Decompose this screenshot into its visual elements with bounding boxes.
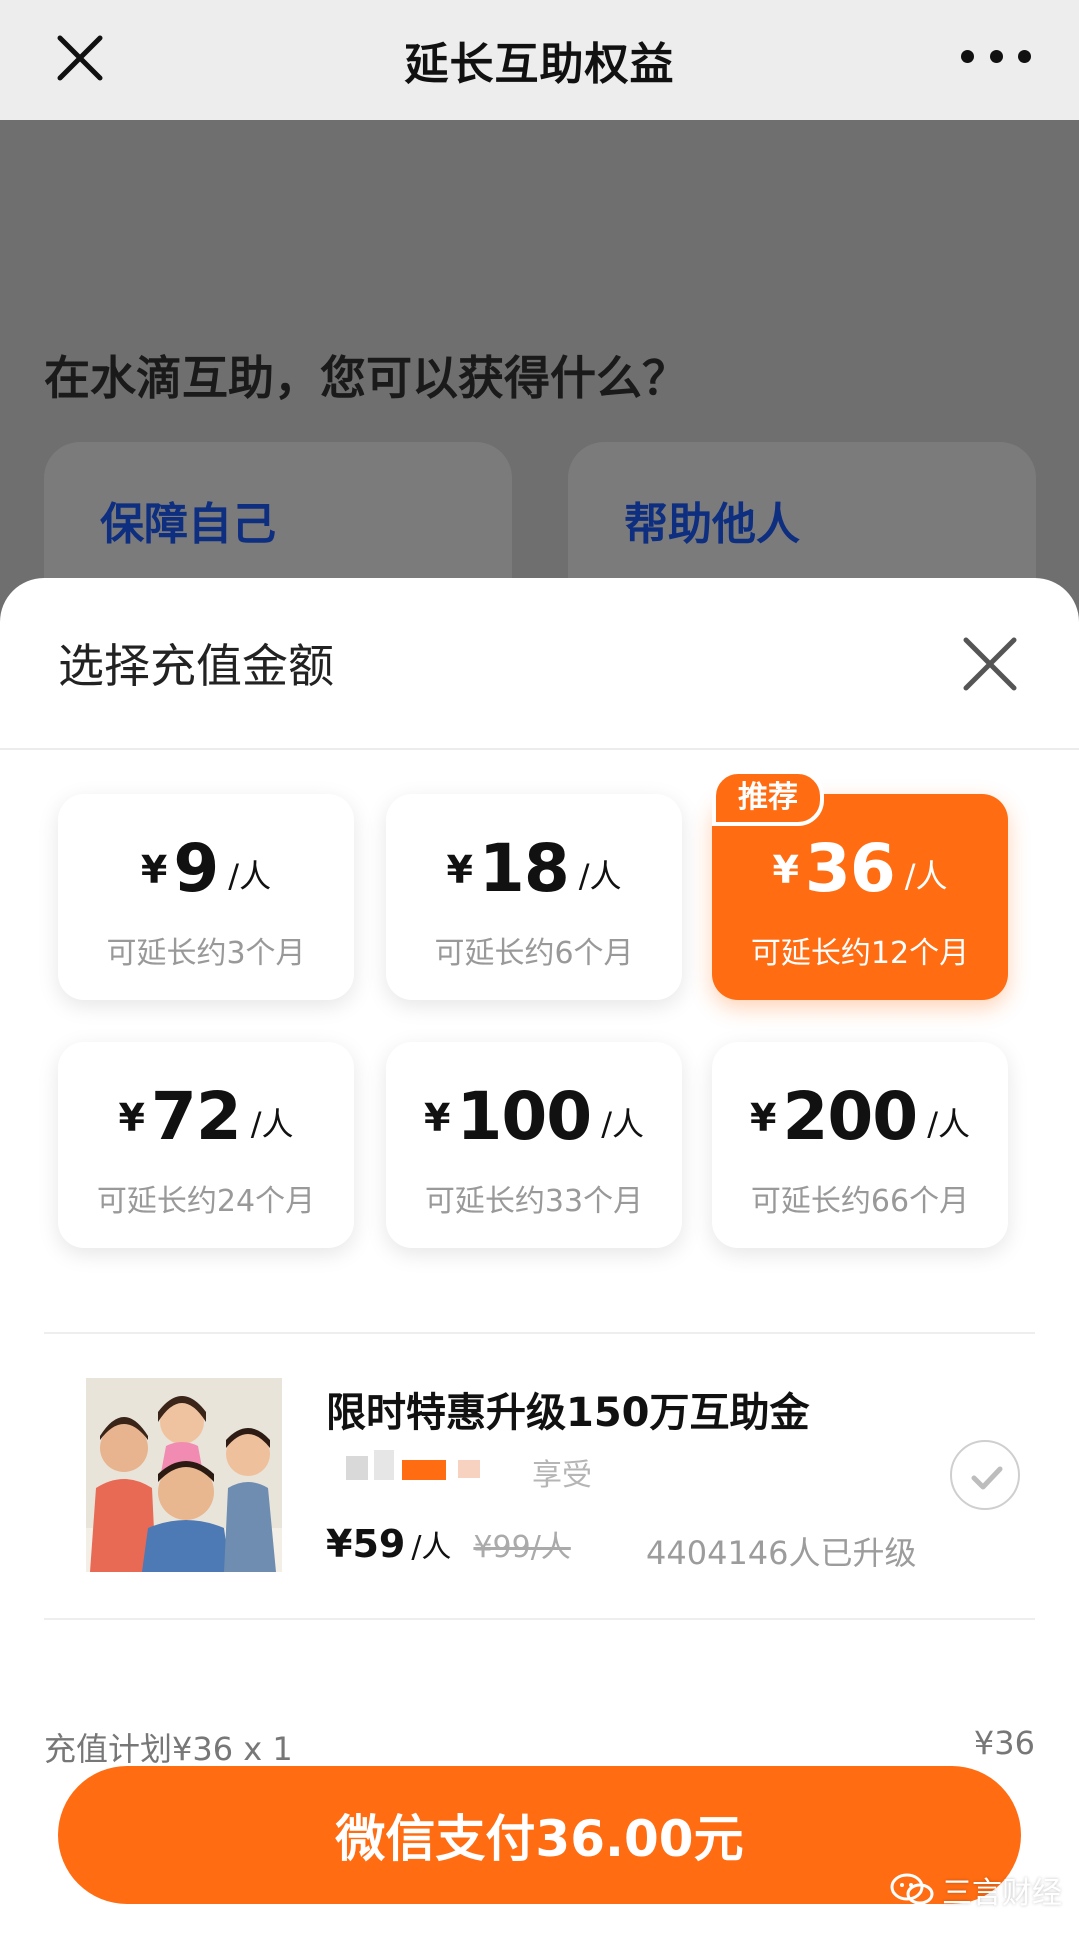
page-title: 延长互助权益 [404, 39, 675, 90]
amount-unit: /人 [250, 1105, 294, 1143]
help-others-label: 帮助他人 [624, 499, 800, 550]
recharge-sheet: 选择充值金额 ¥9/人 可延长约3个月 ¥18/人 可延长约6个月 ¥36/人 … [0, 578, 1079, 1938]
currency-symbol: ¥ [118, 1096, 145, 1140]
wechat-pay-button[interactable]: 微信支付36.00元 [58, 1766, 1021, 1904]
promo-price: ¥59/人 ¥99/人 [326, 1522, 571, 1566]
recommended-badge: 推荐 [712, 770, 824, 826]
sheet-header: 选择充值金额 [0, 578, 1079, 750]
amount-option-200[interactable]: ¥200/人 可延长约66个月 [712, 1042, 1008, 1248]
currency-symbol: ¥ [772, 848, 799, 892]
top-nav-bar: 延长互助权益 [0, 0, 1079, 120]
amount-price: ¥72/人 [58, 1078, 354, 1155]
divider [44, 1618, 1035, 1620]
sheet-title: 选择充值金额 [58, 639, 334, 693]
amount-extend-text: 可延长约33个月 [424, 1184, 644, 1219]
promo-subtitle: 享受 [532, 1458, 592, 1493]
benefit-question: 在水滴互助，您可以获得什么？ [44, 351, 688, 405]
promo-price-value: ¥59 [326, 1522, 406, 1566]
family-photo [86, 1378, 282, 1572]
wechat-icon [890, 1873, 934, 1905]
amount-unit: /人 [904, 857, 948, 895]
amount-price: ¥36/人 [712, 830, 1008, 907]
promo-original-price: ¥99/人 [473, 1530, 571, 1565]
watermark-text: 三言财经 [942, 1876, 1062, 1911]
amount-value: 9 [173, 830, 219, 907]
plan-label: 充值计划¥36 x 1 [44, 1730, 293, 1768]
divider [44, 1332, 1035, 1334]
amount-value: 100 [456, 1078, 592, 1155]
amount-unit: /人 [601, 1105, 645, 1143]
amount-extend-text: 可延长约24个月 [96, 1184, 316, 1219]
blurred-text [346, 1450, 480, 1480]
amount-value: 18 [478, 830, 570, 907]
amount-unit: /人 [578, 857, 622, 895]
amount-extend-text: 可延长约66个月 [750, 1184, 970, 1219]
protect-self-label: 保障自己 [100, 499, 276, 550]
close-icon[interactable] [960, 634, 1020, 694]
amount-price: ¥200/人 [712, 1078, 1008, 1155]
currency-symbol: ¥ [749, 1096, 777, 1140]
amount-extend-text: 可延长约6个月 [434, 936, 634, 971]
currency-symbol: ¥ [446, 848, 473, 892]
more-icon[interactable] [961, 44, 1031, 68]
amount-option-9[interactable]: ¥9/人 可延长约3个月 [58, 794, 354, 1000]
amount-price: ¥18/人 [386, 830, 682, 907]
amount-unit: /人 [927, 1105, 971, 1143]
amount-value: 36 [804, 830, 896, 907]
amount-value: 200 [782, 1078, 918, 1155]
amount-option-72[interactable]: ¥72/人 可延长约24个月 [58, 1042, 354, 1248]
amount-extend-text: 可延长约3个月 [106, 936, 306, 971]
amount-extend-text: 可延长约12个月 [750, 936, 970, 971]
amount-option-18[interactable]: ¥18/人 可延长约6个月 [386, 794, 682, 1000]
currency-symbol: ¥ [140, 848, 168, 892]
watermark: 三言财经 [890, 1868, 1062, 1912]
amount-unit: /人 [228, 857, 272, 895]
amount-value: 72 [150, 1078, 242, 1155]
promo-title: 限时特惠升级150万互助金 [326, 1390, 810, 1436]
page: 延长互助权益 在水滴互助，您可以获得什么？ 保障自己 帮助他人 选择充值金额 ¥… [0, 0, 1079, 1938]
amount-price: ¥100/人 [386, 1078, 682, 1155]
promo-checkbox[interactable] [950, 1440, 1020, 1510]
amount-price: ¥9/人 [58, 830, 354, 907]
promo-price-unit: /人 [411, 1530, 452, 1565]
upgraded-count: 4404146人已升级 [646, 1534, 917, 1572]
amount-option-100[interactable]: ¥100/人 可延长约33个月 [386, 1042, 682, 1248]
check-icon [971, 1466, 1003, 1490]
close-icon[interactable] [52, 30, 108, 86]
currency-symbol: ¥ [423, 1096, 451, 1140]
plan-total: ¥36 [973, 1724, 1035, 1762]
